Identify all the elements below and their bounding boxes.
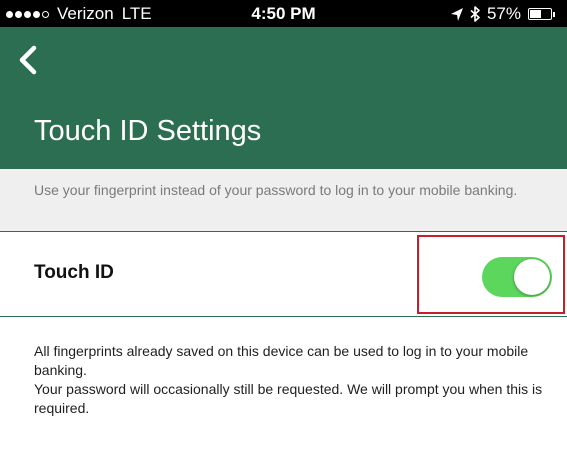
location-arrow-icon [450, 7, 463, 21]
touch-id-row: Touch ID [0, 231, 567, 317]
chevron-left-icon [19, 45, 37, 75]
toggle-knob [514, 259, 550, 295]
bluetooth-icon [470, 6, 480, 22]
status-right-group: 57% [450, 4, 555, 24]
info-line-fingerprints: All fingerprints already saved on this d… [34, 343, 529, 378]
back-button[interactable] [14, 42, 44, 78]
touch-id-label: Touch ID [34, 262, 114, 283]
info-line-password: Your password will occasionally still be… [34, 381, 543, 416]
description-text: Use your fingerprint instead of your pas… [0, 169, 567, 231]
battery-icon [528, 8, 552, 20]
battery-tip [553, 11, 555, 17]
touch-id-toggle[interactable] [482, 257, 552, 297]
battery-percent: 57% [486, 4, 521, 23]
header: Touch ID Settings [0, 27, 567, 169]
status-bar: Verizon LTE 4:50 PM 57% [0, 0, 567, 27]
battery-level [530, 10, 542, 18]
page-title: Touch ID Settings [34, 115, 262, 147]
info-text: All fingerprints already saved on this d… [34, 342, 559, 418]
